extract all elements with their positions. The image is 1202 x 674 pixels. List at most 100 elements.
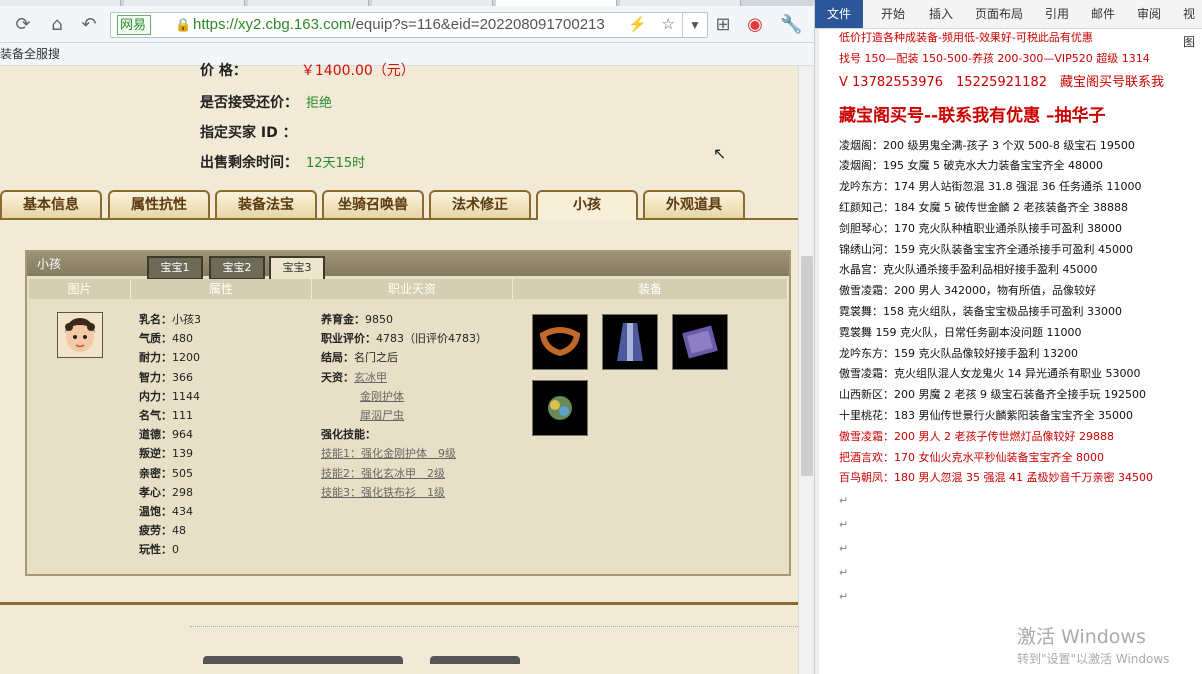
doc-line: 龙吟东方：174 男人站街忽混 31.8 强混 36 任务通杀 11000 — [839, 180, 1142, 194]
robe-icon — [617, 323, 643, 361]
child-career: 养育金：9850 职业评价：4783（旧评价4783） 结局：名门之后 天资：玄… — [321, 310, 487, 502]
skill-link[interactable]: 技能3：强化铁布衫 1级 — [321, 486, 445, 499]
url-path: /equip?s=116&eid=202208091700213 — [351, 16, 605, 33]
skills-label: 强化技能： — [321, 428, 376, 442]
child-panel-header: 小孩 宝宝1 宝宝2 宝宝3 — [27, 252, 789, 282]
equipment-slot[interactable] — [672, 314, 728, 370]
rating-row: 职业评价：4783（旧评价4783） — [321, 329, 487, 348]
doc-line: 凌烟阁：195 女魔 5 破克水大力装备宝宝齐全 48000 — [839, 159, 1103, 173]
child-avatar — [57, 312, 103, 358]
wrench-icon[interactable]: 🔧 — [780, 14, 802, 36]
ribbon-tab-view[interactable]: 视图 — [1183, 0, 1202, 49]
subtab-baby-2[interactable]: 宝宝2 — [209, 256, 265, 280]
talent-link[interactable]: 金刚护体 — [360, 390, 404, 403]
tab-attributes[interactable]: 属性抗性 — [108, 190, 210, 218]
action-button[interactable] — [203, 656, 403, 664]
attr-label: 叛逆： — [139, 447, 172, 461]
attr-label: 道德： — [139, 428, 172, 442]
attr-value: 480 — [172, 332, 193, 346]
attr-value: 505 — [172, 466, 193, 480]
attr-label: 内力： — [139, 389, 172, 403]
equipment-slot[interactable] — [602, 314, 658, 370]
attr-row: 内力：1144 — [139, 387, 201, 406]
nurture-value: 9850 — [365, 313, 393, 326]
ribbon-tab-file[interactable]: 文件 — [815, 0, 863, 28]
reload-icon[interactable]: ⟳ — [12, 14, 34, 36]
attr-value: 1144 — [172, 389, 200, 403]
equipment-slot[interactable] — [532, 380, 588, 436]
lightning-icon[interactable]: ⚡ — [628, 13, 647, 37]
counter-offer-value: 拒绝 — [306, 96, 333, 111]
child-panel: 小孩 宝宝1 宝宝2 宝宝3 图片 属性 职业天资 装备 乳名：小孩3 气质：4… — [25, 250, 791, 576]
doc-line: 十里桃花：183 男仙传世景行火麟紫阳装备宝宝齐全 35000 — [839, 408, 1133, 422]
attr-row: 气质：480 — [139, 329, 201, 348]
counter-offer-row: 是否接受还价： 拒绝 — [200, 92, 332, 112]
ribbon-tab-insert[interactable]: 插入 — [929, 0, 953, 28]
skill-link[interactable]: 技能1：强化金刚护体 9级 — [321, 447, 456, 460]
attr-row: 乳名：小孩3 — [139, 310, 201, 329]
attr-row: 疲劳：48 — [139, 521, 201, 540]
browser-window: ⟳ ⌂ ↶ 网易 🔒 https://xy2.cbg.163.com/equip… — [0, 0, 814, 674]
skill-row: 技能3：强化铁布衫 1级 — [321, 483, 487, 502]
tab-spells[interactable]: 法术修正 — [429, 190, 531, 218]
doc-line: 傲雪凌霜：克火组队混人女龙鬼火 14 异光通杀有职业 53000 — [839, 367, 1141, 381]
col-header-career: 职业天资 — [312, 279, 513, 299]
subtab-baby-1[interactable]: 宝宝1 — [147, 256, 203, 280]
vertical-scrollbar[interactable] — [798, 66, 814, 674]
attr-value: 0 — [172, 543, 179, 557]
grid-icon[interactable]: ⊞ — [712, 14, 734, 36]
star-icon[interactable]: ☆ — [662, 13, 675, 37]
nurture-label: 养育金： — [321, 313, 365, 326]
ribbon-tab-layout[interactable]: 页面布局 — [975, 0, 1023, 28]
attr-row: 名气：111 — [139, 406, 201, 425]
talent-link[interactable]: 玄冰甲 — [354, 371, 387, 384]
tab-appearance[interactable]: 外观道具 — [643, 190, 745, 218]
col-header-equipment: 装备 — [513, 279, 788, 299]
document-body[interactable]: 低价打造各种成装备-频用低-效果好-可税此品有优惠 找号 150—配装 150-… — [839, 28, 1202, 609]
chevron-down-icon[interactable]: ▼ — [682, 13, 707, 37]
child-panel-title: 小孩 — [37, 257, 62, 271]
tab-mounts[interactable]: 坐骑召唤兽 — [322, 190, 424, 218]
paragraph-mark-icon: ↵ — [839, 494, 849, 508]
paragraph-mark-icon: ↵ — [839, 566, 849, 580]
home-icon[interactable]: ⌂ — [46, 14, 68, 36]
doc-line: 剑胆琴心：170 克火队种植职业通杀队接手可盈利 38000 — [839, 221, 1122, 235]
skill-link[interactable]: 技能2：强化玄冰甲 2级 — [321, 467, 445, 480]
attr-row: 耐力：1200 — [139, 348, 201, 367]
talent-row: 犀泅尸虫 — [321, 406, 487, 425]
ribbon-tab-review[interactable]: 审阅 — [1137, 0, 1161, 28]
nurture-row: 养育金：9850 — [321, 310, 487, 329]
price-row: 价 格： ￥1400.00（元） — [200, 60, 415, 80]
tab-child[interactable]: 小孩 — [536, 190, 638, 220]
equipment-slot[interactable] — [532, 314, 588, 370]
ribbon-tab-mailings[interactable]: 邮件 — [1091, 0, 1115, 28]
scroll-thumb[interactable] — [801, 256, 813, 476]
doc-line: 龙吟东方：159 克火队品像较好接手盈利 13200 — [839, 346, 1078, 360]
bookmark-item[interactable]: 装备全服搜 — [0, 47, 60, 61]
address-bar[interactable]: 网易 🔒 https://xy2.cbg.163.com/equip?s=116… — [110, 12, 708, 38]
ribbon-tab-references[interactable]: 引用 — [1045, 0, 1069, 28]
remaining-label: 出售剩余时间： — [200, 155, 298, 171]
skill-row: 技能1：强化金刚护体 9级 — [321, 444, 487, 463]
price-value: ￥1400.00（元） — [300, 63, 415, 79]
skill-row: 技能2：强化玄冰甲 2级 — [321, 464, 487, 483]
tab-equipment[interactable]: 装备法宝 — [215, 190, 317, 218]
gamepad-icon[interactable]: ◉ — [744, 14, 766, 36]
rating-value: 4783（旧评价4783） — [376, 332, 487, 346]
attr-row: 孝心：298 — [139, 483, 201, 502]
doc-line: 红颜知己：184 女魔 5 破传世金麟 2 老孩装备齐全 38888 — [839, 200, 1128, 214]
doc-line: V 13782553976 15225921182 藏宝阁买号联系我 — [839, 74, 1164, 90]
action-button[interactable] — [430, 656, 520, 664]
attr-label: 亲密： — [139, 466, 172, 480]
tab-basic-info[interactable]: 基本信息 — [0, 190, 102, 218]
doc-line: 傲雪凌霜：200 男人 2 老孩子传世燃灯品像较好 29888 — [839, 429, 1114, 443]
doc-line: 山西新区：200 男魔 2 老孩 9 级宝石装备齐全接手玩 192500 — [839, 388, 1146, 402]
talent-link[interactable]: 犀泅尸虫 — [360, 409, 404, 422]
attr-value: 298 — [172, 485, 193, 499]
ribbon-tab-home[interactable]: 开始 — [881, 0, 905, 28]
undo-icon[interactable]: ↶ — [78, 14, 100, 36]
ending-label: 结局： — [321, 351, 354, 365]
remaining-value: 12天15时 — [306, 156, 366, 171]
attr-value: 48 — [172, 524, 186, 538]
attr-row: 叛逆：139 — [139, 444, 201, 463]
